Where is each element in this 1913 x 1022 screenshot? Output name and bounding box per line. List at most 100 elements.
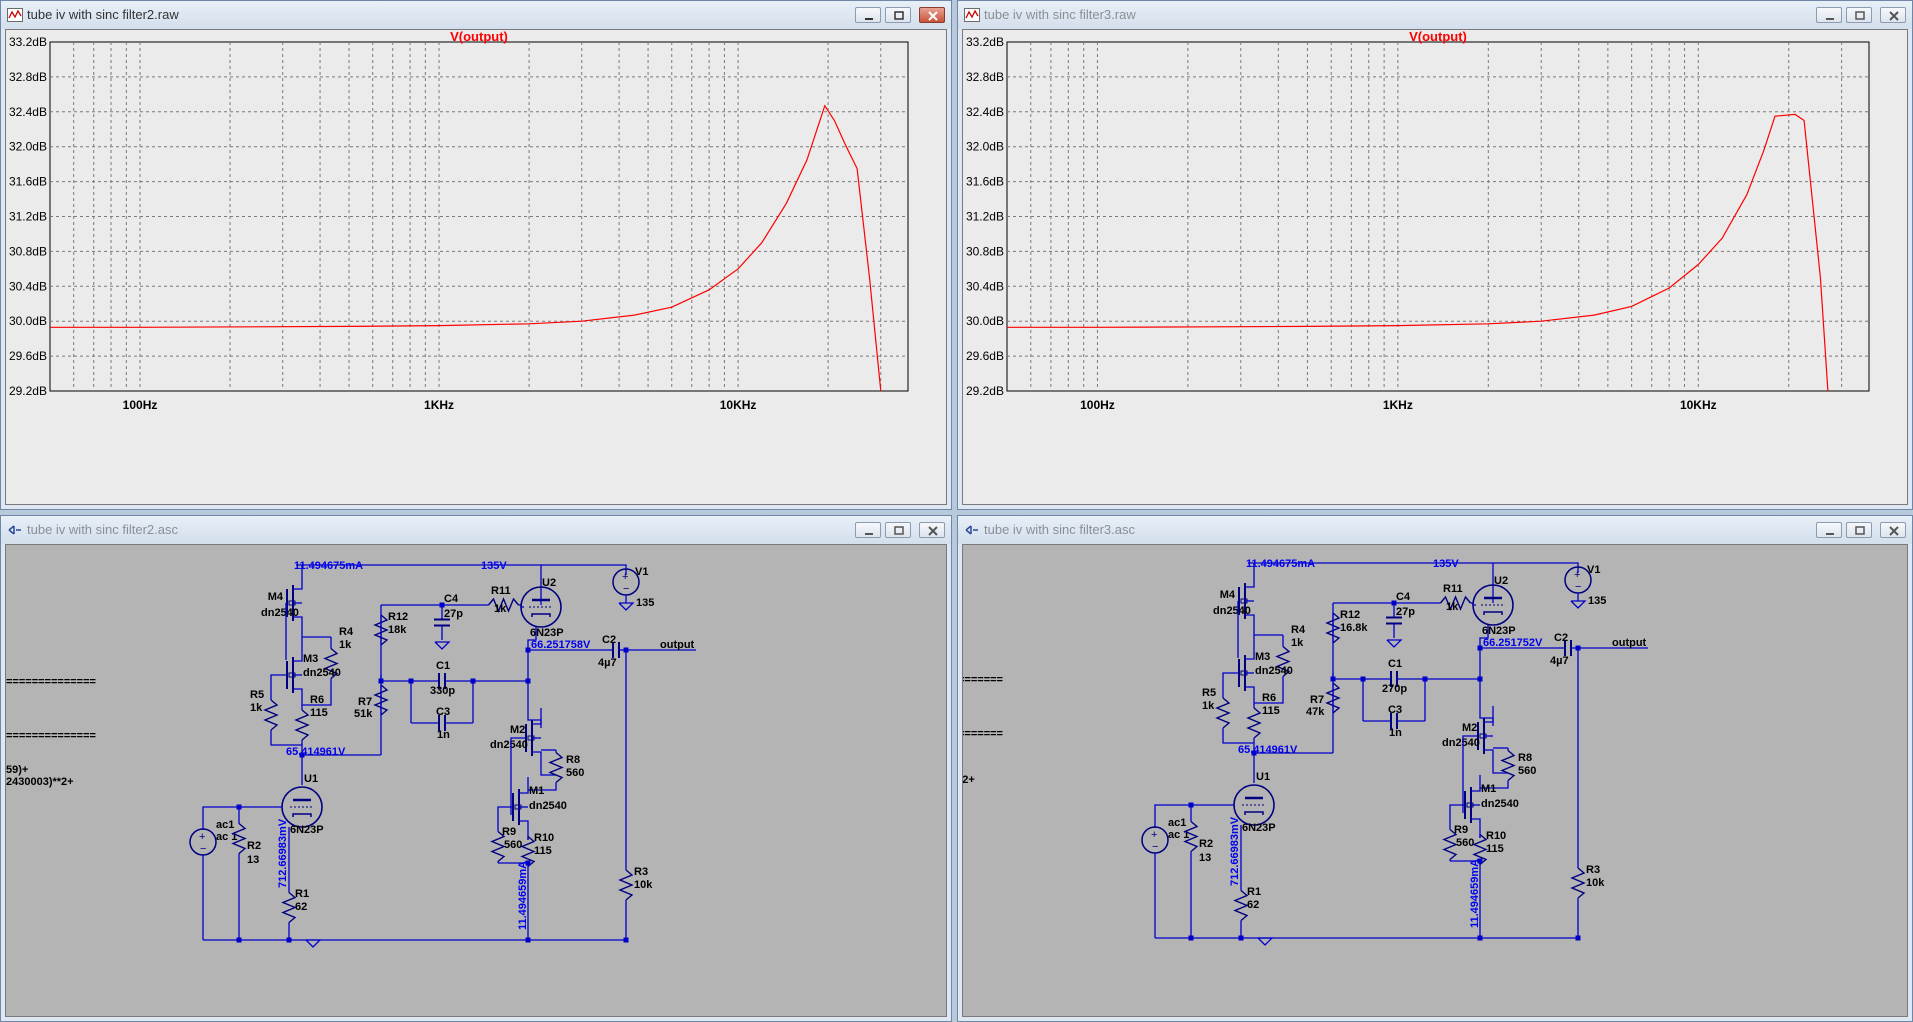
y-tick-label: 29.6dB xyxy=(9,349,47,363)
y-tick-label: 32.4dB xyxy=(966,105,1004,119)
r1-label: R1 xyxy=(295,888,309,900)
resistor-r5 xyxy=(263,699,279,731)
restore-icon xyxy=(1855,11,1865,20)
y-tick-label: 33.2dB xyxy=(966,35,1004,49)
schematic-canvas: +−V113511.494675mA 135VM4dn2540R41kM3dn25… xyxy=(6,560,696,948)
supply-voltage-label: 135V xyxy=(481,560,507,572)
r9-value: 560 xyxy=(1456,837,1474,849)
m3-label: M3 xyxy=(1255,651,1270,663)
schematic-pane[interactable]: + − V1 135 11.494675mA 135V M4 dn2540 R4 1k M3 dn25… xyxy=(962,544,1908,1017)
plot-window-right[interactable]: tube iv with sinc filter3.raw 33.2dB 32.8… xyxy=(957,0,1913,510)
close-button[interactable] xyxy=(1880,522,1906,538)
wire xyxy=(533,751,542,768)
wire xyxy=(1472,818,1481,835)
restore-button[interactable] xyxy=(885,7,911,23)
title-bar[interactable]: tube iv with sinc filter2.asc xyxy=(1,516,951,544)
c4-label: C4 xyxy=(444,593,459,605)
source-minus-sign: − xyxy=(1575,581,1581,593)
m4-label: M4 xyxy=(1220,589,1236,601)
r4-label: R4 xyxy=(1291,624,1306,636)
minimize-icon xyxy=(1826,533,1834,535)
wire xyxy=(1222,728,1254,744)
directive-separator: ======= xyxy=(963,674,1003,686)
r7-label: R7 xyxy=(1310,694,1324,706)
r5-label: R5 xyxy=(1202,687,1216,699)
r5-value: 1k xyxy=(1202,700,1215,712)
plot-pane[interactable]: 33.2dB 32.8dB 32.4dB 32.0dB 31.6dB 31.2dB 30.8… xyxy=(5,29,947,505)
junction-dot xyxy=(1477,935,1483,941)
ac1-label: ac1 xyxy=(216,819,234,831)
r9-label: R9 xyxy=(502,826,516,838)
y-tick-label: 31.2dB xyxy=(966,210,1004,224)
ground-symbol xyxy=(1570,600,1587,609)
wire xyxy=(294,645,303,662)
y-tick-label: 33.2dB xyxy=(9,35,47,49)
resistor-r3 xyxy=(618,869,634,901)
r3-value: 10k xyxy=(634,879,653,891)
directive-text: 59)+ xyxy=(6,764,28,776)
r6-value: 115 xyxy=(310,707,328,719)
title-bar[interactable]: tube iv with sinc filter3.asc xyxy=(958,516,1912,544)
resistor-r8 xyxy=(548,751,564,784)
wire xyxy=(1472,775,1481,792)
u2-label: U2 xyxy=(542,577,556,589)
r2-value: 13 xyxy=(247,854,259,866)
c3-label: C3 xyxy=(436,706,450,718)
restore-button[interactable] xyxy=(1846,522,1872,538)
r4-value: 1k xyxy=(1291,637,1304,649)
y-tick-label: 31.6dB xyxy=(9,175,47,189)
schematic-window-right[interactable]: tube iv with sinc filter3.asc + − V1 135 11.… xyxy=(957,515,1913,1022)
close-button[interactable] xyxy=(1880,7,1906,23)
y-tick-label: 30.8dB xyxy=(9,244,47,258)
directive-text: 2430003)**2+ xyxy=(6,776,74,788)
triode-cathode xyxy=(292,813,312,817)
minimize-button[interactable] xyxy=(1816,522,1842,538)
plot-pane[interactable]: 33.2dB 32.8dB 32.4dB 32.0dB 31.6dB 31.2dB 30.8… xyxy=(962,29,1908,505)
ac1-label: ac1 xyxy=(1168,817,1186,829)
ground-symbol xyxy=(434,641,451,650)
wire xyxy=(270,674,286,700)
c1-value: 270p xyxy=(1382,683,1407,695)
junction-dot xyxy=(623,937,629,943)
y-tick-label: 30.0dB xyxy=(9,314,47,328)
restore-button[interactable] xyxy=(1846,7,1872,23)
schematic-pane[interactable]: + − V1 135 11.494675mA 135V M4 dn2540 R4 1k M3 dn25… xyxy=(5,544,947,1017)
resistor-r1 xyxy=(1233,889,1249,922)
title-bar[interactable]: tube iv with sinc filter2.raw xyxy=(1,1,951,29)
schematic-window-left[interactable]: tube iv with sinc filter2.asc + − V1 135 11.… xyxy=(0,515,952,1022)
minimize-button[interactable] xyxy=(855,522,881,538)
wire xyxy=(301,633,331,638)
wire xyxy=(527,681,542,728)
r7-value: 47k xyxy=(1306,706,1325,718)
directive-separator: ============== xyxy=(6,730,96,742)
chart-title: V(output) xyxy=(1409,30,1467,44)
restore-button[interactable] xyxy=(885,522,911,538)
close-button[interactable] xyxy=(919,522,945,538)
wire xyxy=(270,730,302,746)
m1-model: dn2540 xyxy=(1481,798,1519,810)
r6-value: 115 xyxy=(1262,705,1280,717)
r11-label: R11 xyxy=(491,585,511,597)
directive-separator: ======= xyxy=(963,728,1003,740)
y-tick-label: 31.2dB xyxy=(9,210,47,224)
close-button[interactable] xyxy=(919,7,945,23)
r12-value: 16.8k xyxy=(1340,622,1368,634)
r4-label: R4 xyxy=(339,626,354,638)
r7-label: R7 xyxy=(358,696,372,708)
m4-model: dn2540 xyxy=(1213,605,1251,617)
r12-label: R12 xyxy=(388,611,408,623)
close-icon xyxy=(928,11,938,21)
r2-label: R2 xyxy=(1199,838,1213,850)
wire xyxy=(1246,614,1255,631)
resistor-r6 xyxy=(1246,707,1262,739)
minimize-button[interactable] xyxy=(855,7,881,23)
wire xyxy=(520,820,529,837)
minimize-button[interactable] xyxy=(1816,7,1842,23)
wire xyxy=(1222,672,1238,698)
v1-label: V1 xyxy=(635,566,648,578)
r5-label: R5 xyxy=(250,689,264,701)
title-bar[interactable]: tube iv with sinc filter3.raw xyxy=(958,1,1912,29)
r6-label: R6 xyxy=(1262,692,1276,704)
r1-value: 62 xyxy=(295,901,307,913)
plot-window-left[interactable]: tube iv with sinc filter2.raw 33.2dB 32.8… xyxy=(0,0,952,510)
